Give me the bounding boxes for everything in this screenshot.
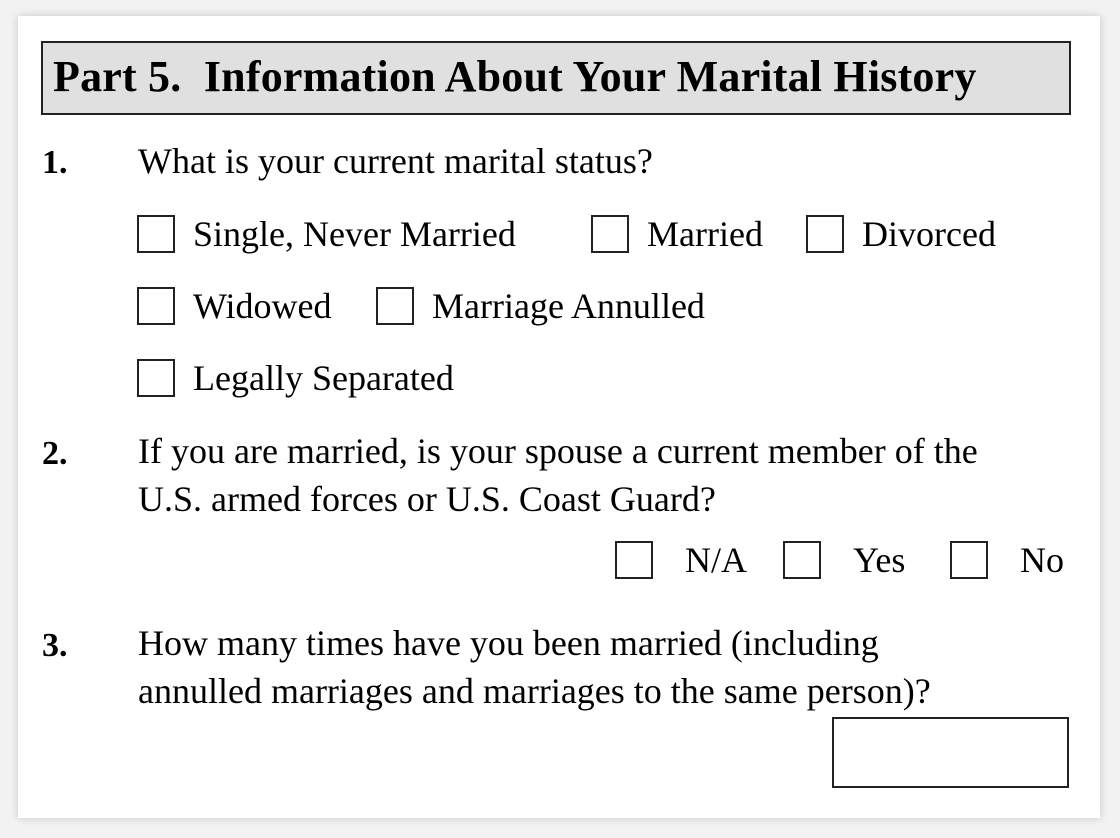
question-2-number: 2. <box>42 435 68 472</box>
option-na[interactable]: N/A <box>615 538 747 582</box>
question-3-text-line-1: How many times have you been married (in… <box>138 623 879 663</box>
checkbox-legally-separated[interactable] <box>137 359 175 397</box>
option-divorced[interactable]: Divorced <box>806 212 996 256</box>
option-married[interactable]: Married <box>591 212 763 256</box>
form-page: Part 5. Information About Your Marital H… <box>18 16 1100 818</box>
option-label: Marriage Annulled <box>432 286 705 326</box>
option-widowed[interactable]: Widowed <box>137 284 332 328</box>
checkbox-divorced[interactable] <box>806 215 844 253</box>
checkbox-na[interactable] <box>615 541 653 579</box>
checkbox-no[interactable] <box>950 541 988 579</box>
option-label: Legally Separated <box>193 358 454 398</box>
option-label: Divorced <box>862 214 996 254</box>
option-legally-separated[interactable]: Legally Separated <box>137 356 454 400</box>
times-married-input[interactable] <box>832 717 1069 788</box>
question-1-text: What is your current marital status? <box>138 141 653 181</box>
question-2-text-line-1: If you are married, is your spouse a cur… <box>138 431 978 471</box>
option-marriage-annulled[interactable]: Marriage Annulled <box>376 284 705 328</box>
option-label: No <box>1020 540 1064 580</box>
question-3-number: 3. <box>42 627 68 664</box>
question-1-number: 1. <box>42 144 68 181</box>
option-yes[interactable]: Yes <box>783 538 905 582</box>
checkbox-yes[interactable] <box>783 541 821 579</box>
checkbox-widowed[interactable] <box>137 287 175 325</box>
option-label: Single, Never Married <box>193 214 516 254</box>
checkbox-marriage-annulled[interactable] <box>376 287 414 325</box>
option-label: Yes <box>853 540 906 580</box>
checkbox-married[interactable] <box>591 215 629 253</box>
checkbox-single-never-married[interactable] <box>137 215 175 253</box>
question-2-text-line-2: U.S. armed forces or U.S. Coast Guard? <box>138 479 716 519</box>
question-3-text-line-2: annulled marriages and marriages to the … <box>138 671 931 711</box>
option-label: N/A <box>685 540 747 580</box>
option-single-never-married[interactable]: Single, Never Married <box>137 212 516 256</box>
option-label: Married <box>647 214 763 254</box>
section-title: Part 5. Information About Your Marital H… <box>53 52 977 101</box>
option-no[interactable]: No <box>950 538 1064 582</box>
option-label: Widowed <box>193 286 332 326</box>
section-header: Part 5. Information About Your Marital H… <box>41 41 1071 115</box>
